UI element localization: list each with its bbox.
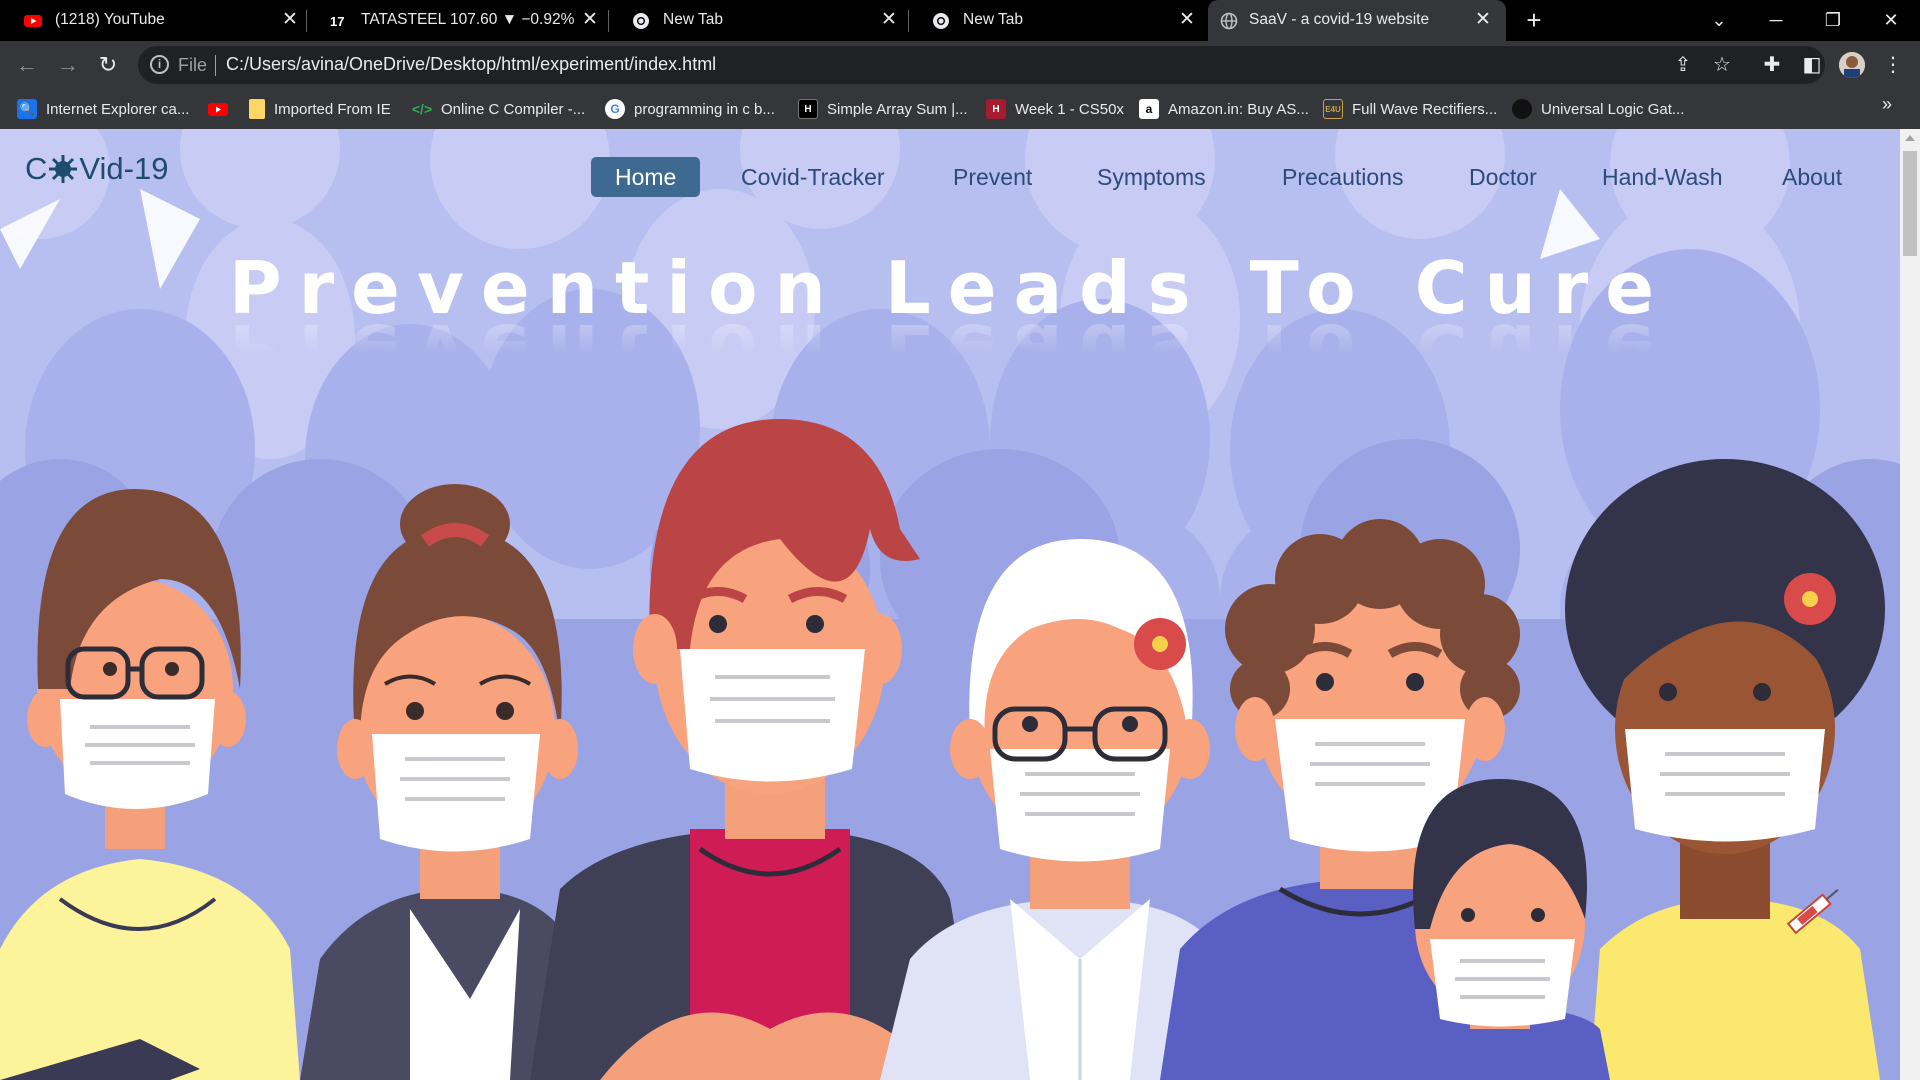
tab-title: New Tab [963, 11, 1024, 28]
virus-icon [49, 155, 78, 183]
harvard-icon: H [986, 99, 1006, 119]
nav-doctor[interactable]: Doctor [1445, 157, 1561, 197]
bookmark-item[interactable]: Imported From IE [249, 96, 391, 122]
hero-headline: Prevention Leads To Cure [228, 246, 1672, 330]
ie-search-icon: 🔍 [17, 99, 37, 119]
restore-icon[interactable]: ❐ [1818, 6, 1848, 34]
tab-title: SaaV - a covid-19 website [1249, 11, 1430, 28]
avatar[interactable] [1839, 52, 1865, 78]
bookmark-item[interactable]: E4U Full Wave Rectifiers... [1323, 96, 1497, 122]
svg-text:17: 17 [330, 14, 344, 29]
bookmark-item[interactable] [208, 96, 237, 122]
site-logo[interactable]: C Vid-19 [25, 151, 168, 187]
bookmark-label: programming in c b... [634, 100, 775, 118]
tab-title: TATASTEEL 107.60 ▼ −0.92% Unn [361, 11, 577, 28]
info-icon[interactable]: i [150, 55, 169, 74]
bookmark-item[interactable]: a Amazon.in: Buy AS... [1139, 96, 1309, 122]
forward-icon[interactable]: → [52, 49, 84, 81]
tab-saav-active[interactable]: SaaV - a covid-19 website ✕ [1208, 0, 1506, 41]
tab-newtab-1[interactable]: New Tab ✕ [608, 0, 910, 41]
bookmark-item[interactable]: G programming in c b... [605, 96, 775, 122]
code-icon: </> [411, 101, 433, 117]
tab-search-icon[interactable]: ⌄ [1704, 6, 1734, 34]
reload-icon[interactable]: ↻ [92, 49, 124, 81]
tab-title: (1218) YouTube [55, 11, 165, 28]
hackerrank-icon: H [798, 99, 818, 119]
bookmark-item[interactable]: Universal Logic Gat... [1512, 96, 1684, 122]
bookmark-item[interactable]: </> Online C Compiler -... [412, 96, 585, 122]
tab-newtab-2[interactable]: New Tab ✕ [908, 0, 1208, 41]
globe-icon [1220, 12, 1238, 30]
scroll-up-icon[interactable] [1905, 135, 1915, 141]
close-icon[interactable]: ✕ [1176, 9, 1198, 31]
google-icon: G [605, 99, 625, 119]
bookmarks-overflow-icon[interactable]: » [1882, 94, 1892, 115]
youtube-icon [24, 15, 42, 27]
tab-title: New Tab [663, 11, 724, 28]
e4u-icon: E4U [1323, 99, 1343, 119]
nav-symptoms[interactable]: Symptoms [1073, 157, 1230, 197]
nav-covid-tracker[interactable]: Covid-Tracker [717, 157, 909, 197]
dark-circle-icon [1512, 99, 1532, 119]
bookmark-label: Amazon.in: Buy AS... [1168, 100, 1309, 118]
back-icon[interactable]: ← [11, 49, 43, 81]
bookmark-label: Imported From IE [274, 100, 391, 118]
close-icon[interactable]: ✕ [279, 9, 301, 31]
extensions-icon[interactable]: ✚ [1757, 50, 1787, 80]
close-icon[interactable]: ✕ [579, 9, 601, 31]
star-icon[interactable]: ☆ [1707, 50, 1737, 80]
nav-about[interactable]: About [1758, 157, 1866, 197]
scrollbar-thumb[interactable] [1903, 151, 1917, 256]
bookmark-label: Online C Compiler -... [441, 100, 586, 118]
url-text[interactable]: C:/Users/avina/OneDrive/Desktop/html/exp… [226, 54, 716, 75]
bookmarks-bar: 🔍 Internet Explorer ca... Imported From … [0, 89, 1920, 129]
nav-home[interactable]: Home [591, 157, 701, 197]
logo-text-start: C [25, 151, 48, 186]
share-icon[interactable]: ⇪ [1668, 50, 1698, 80]
bookmark-label: Internet Explorer ca... [46, 100, 190, 118]
bookmark-item[interactable]: 🔍 Internet Explorer ca... [17, 96, 189, 122]
page-viewport: C Vid-19 Home Covid-Tracker Prevent Symp… [0, 129, 1900, 1080]
chrome-icon [633, 13, 649, 29]
bookmark-label: Full Wave Rectifiers... [1352, 100, 1498, 118]
bookmark-item[interactable]: H Simple Array Sum |... [798, 96, 968, 122]
chrome-icon [933, 13, 949, 29]
flower-icon [1784, 573, 1836, 625]
bookmark-label: Universal Logic Gat... [1541, 100, 1685, 118]
tradingview-icon: 17 [330, 14, 344, 29]
nav-prevent[interactable]: Prevent [929, 157, 1056, 197]
browser-chrome: (1218) YouTube ✕ 17 TATASTEEL 107.60 ▼ −… [0, 0, 1920, 129]
bookmark-item[interactable]: H Week 1 - CS50x [986, 96, 1124, 122]
amazon-icon: a [1139, 99, 1159, 119]
nav-precautions[interactable]: Precautions [1258, 157, 1427, 197]
folder-icon [249, 99, 265, 119]
url-scheme: File [178, 55, 208, 75]
vertical-scrollbar[interactable] [1900, 129, 1920, 1080]
minimize-icon[interactable]: ─ [1761, 6, 1791, 34]
logo-text-end: Vid-19 [79, 151, 169, 186]
youtube-icon [208, 103, 228, 116]
omnibox-divider [215, 55, 216, 76]
close-icon[interactable]: ✕ [1472, 9, 1494, 31]
tab-strip: (1218) YouTube ✕ 17 TATASTEEL 107.60 ▼ −… [0, 0, 1920, 41]
new-tab-button[interactable]: + [1520, 6, 1548, 34]
menu-kebab-icon[interactable]: ⋮ [1878, 50, 1908, 80]
flower-icon [1134, 618, 1186, 670]
bookmark-label: Simple Array Sum |... [827, 100, 968, 118]
bookmark-label: Week 1 - CS50x [1015, 100, 1124, 118]
nav-hand-wash[interactable]: Hand-Wash [1578, 157, 1747, 197]
address-bar[interactable]: i File C:/Users/avina/OneDrive/Desktop/h… [138, 46, 1825, 84]
tab-tatasteel[interactable]: 17 TATASTEEL 107.60 ▼ −0.92% Unn ✕ [306, 0, 608, 41]
close-window-icon[interactable]: ✕ [1876, 6, 1906, 34]
browser-toolbar: ← → ↻ i File C:/Users/avina/OneDrive/Des… [0, 41, 1920, 89]
close-icon[interactable]: ✕ [878, 9, 900, 31]
side-panel-icon[interactable]: ◧ [1797, 50, 1827, 80]
tab-youtube[interactable]: (1218) YouTube ✕ [0, 0, 306, 41]
